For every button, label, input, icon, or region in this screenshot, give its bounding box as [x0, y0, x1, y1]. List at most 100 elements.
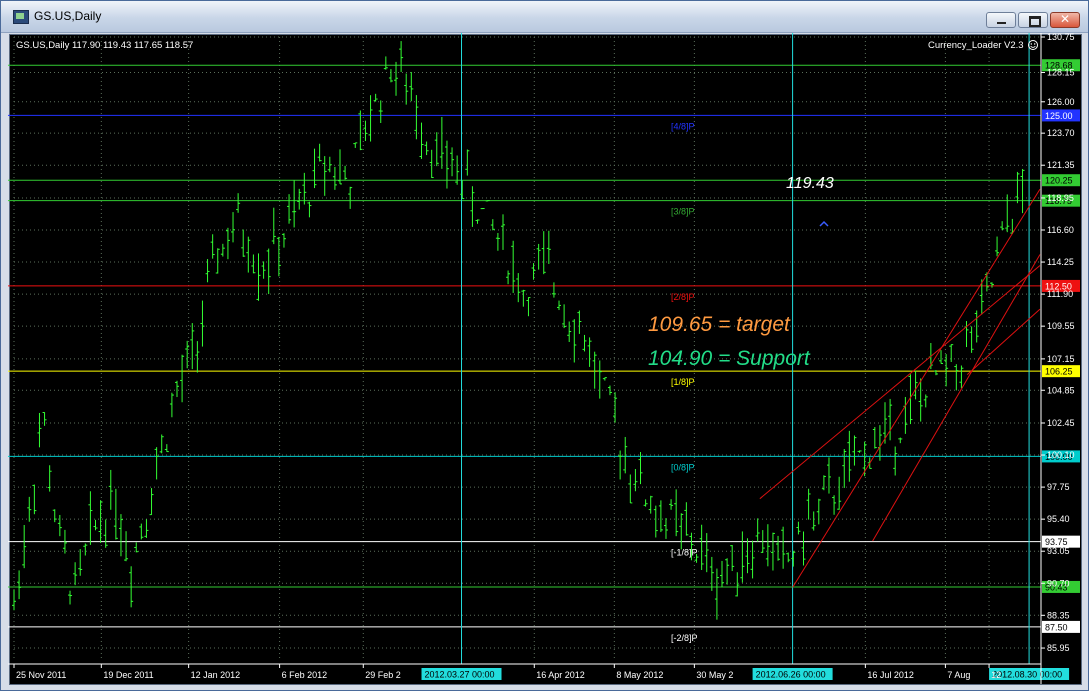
date-marker-label: 2012.08.30 00:00 — [992, 670, 1062, 680]
ohlc-bar — [648, 495, 653, 514]
ohlc-bar — [551, 282, 556, 298]
ohlc-bar — [893, 446, 898, 476]
ohlc-bar — [832, 495, 837, 515]
ohlc-bar — [699, 524, 704, 570]
time-axis: 25 Nov 2011 19 Dec 2011 12 Jan 2012 6 Feb 2… — [8, 663, 1041, 680]
trend-line — [759, 265, 1041, 500]
maximize-button[interactable] — [1018, 12, 1048, 28]
ohlc-bar — [108, 469, 113, 510]
price-axis: 130.75 128.15 126.00 123.70 121.35 118.95 116.… — [1040, 33, 1075, 684]
grid-lines — [13, 36, 1040, 661]
ohlc-bar — [368, 95, 373, 142]
ohlc-bar — [373, 93, 378, 102]
minimize-button[interactable] — [986, 12, 1016, 28]
price-tick-label: 109.55 — [1047, 321, 1075, 331]
price-tick-label: 121.35 — [1047, 160, 1075, 170]
ohlc-bar — [42, 412, 47, 426]
price-tick-label: 118.95 — [1047, 193, 1074, 203]
ohlc-bar — [725, 558, 730, 585]
ohlc-bar — [536, 243, 541, 270]
price-tick-label: 95.40 — [1047, 514, 1070, 524]
ohlc-bar — [200, 300, 205, 347]
price-tick-label: 93.05 — [1047, 546, 1070, 556]
ohlc-bars — [12, 41, 1025, 620]
ohlc-bar — [500, 214, 505, 250]
ohlc-bar — [322, 156, 327, 196]
ohlc-bar — [1000, 221, 1005, 231]
ohlc-bar — [1005, 194, 1010, 233]
ohlc-bar — [327, 156, 332, 173]
price-tick-label: 114.25 — [1047, 257, 1074, 267]
ohlc-bar — [439, 116, 444, 169]
indicator-label: Currency_Loader V2.3 — [928, 40, 1024, 51]
ohlc-bar — [159, 434, 164, 454]
time-tick-label: 16 Jul 2012 — [867, 670, 914, 680]
ohlc-bar — [602, 377, 607, 381]
ohlc-bar — [898, 437, 903, 444]
date-marker-label: 2012.03.27 00:00 — [425, 670, 495, 680]
ohlc-bar — [755, 518, 760, 542]
ohlc-bar — [388, 69, 393, 83]
price-tick-label: 104.85 — [1047, 385, 1075, 395]
ohlc-bar — [913, 370, 918, 400]
price-chart[interactable]: 2012.03.27 00:00 2012.06.26 00:00 2012.08.… — [8, 33, 1081, 684]
murrey-level-label: [3/8]P — [671, 207, 695, 217]
ohlc-bar — [164, 444, 169, 453]
ohlc-bar — [271, 207, 276, 245]
trend-line — [792, 188, 1041, 588]
ohlc-bar — [210, 234, 215, 259]
ohlc-bar — [17, 570, 22, 600]
ohlc-bar — [837, 476, 842, 510]
ohlc-bar — [215, 248, 220, 274]
target-annotation: 109.65 = target — [648, 313, 791, 336]
ohlc-bar — [383, 56, 388, 70]
ohlc-bar — [394, 61, 399, 96]
ohlc-bar — [47, 465, 52, 492]
ohlc-bar — [256, 253, 261, 301]
ohlc-bar — [816, 498, 821, 525]
ohlc-bar — [490, 219, 495, 231]
ohlc-bar — [791, 550, 796, 567]
ohlc-bar — [124, 531, 129, 562]
ohlc-bar — [465, 149, 470, 176]
price-level-value: 125.00 — [1045, 111, 1073, 121]
close-button[interactable] — [1050, 12, 1080, 28]
ohlc-bar — [475, 219, 480, 224]
ohlc-bar — [923, 394, 928, 408]
ohlc-bar — [720, 560, 725, 588]
ohlc-bar — [587, 337, 592, 367]
ohlc-bar — [225, 227, 230, 260]
price-tick-label: 97.75 — [1047, 482, 1070, 492]
ohlc-bar — [633, 469, 638, 492]
chart-window-icon — [13, 10, 29, 24]
price-tick-label: 126.00 — [1047, 97, 1075, 107]
time-tick-label: 30 May 2 — [696, 670, 733, 680]
time-tick-label: 25 Nov 2011 — [16, 670, 66, 680]
title-bar[interactable]: GS.US,Daily — [1, 1, 1088, 33]
ohlc-bar — [236, 193, 241, 213]
ohlc-bar — [220, 243, 225, 257]
support-annotation: 104.90 = Support — [648, 347, 811, 370]
ohlc-bar — [98, 500, 103, 543]
ohlc-bar — [516, 273, 521, 303]
ohlc-bar — [506, 270, 511, 285]
ohlc-bar — [312, 148, 317, 189]
ohlc-bar — [480, 207, 485, 210]
ohlc-bar — [73, 562, 78, 586]
ohlc-bar — [185, 340, 190, 369]
ohlc-bar — [592, 351, 597, 389]
price-level-value: 87.50 — [1045, 622, 1068, 632]
ohlc-bar — [118, 514, 123, 557]
window-title: GS.US,Daily — [34, 9, 102, 23]
price-tick-label: 116.60 — [1047, 225, 1074, 235]
ohlc-bar — [572, 319, 577, 363]
ohlc-bar — [399, 41, 404, 72]
ohlc-bar — [684, 502, 689, 536]
ohlc-bar — [674, 489, 679, 537]
ohlc-bar — [348, 186, 353, 209]
ohlc-bar — [276, 236, 281, 277]
ohlc-bar — [444, 140, 449, 189]
ohlc-bar — [745, 538, 750, 574]
murrey-level-label: [4/8]P — [671, 121, 695, 131]
ohlc-bar — [582, 334, 587, 352]
